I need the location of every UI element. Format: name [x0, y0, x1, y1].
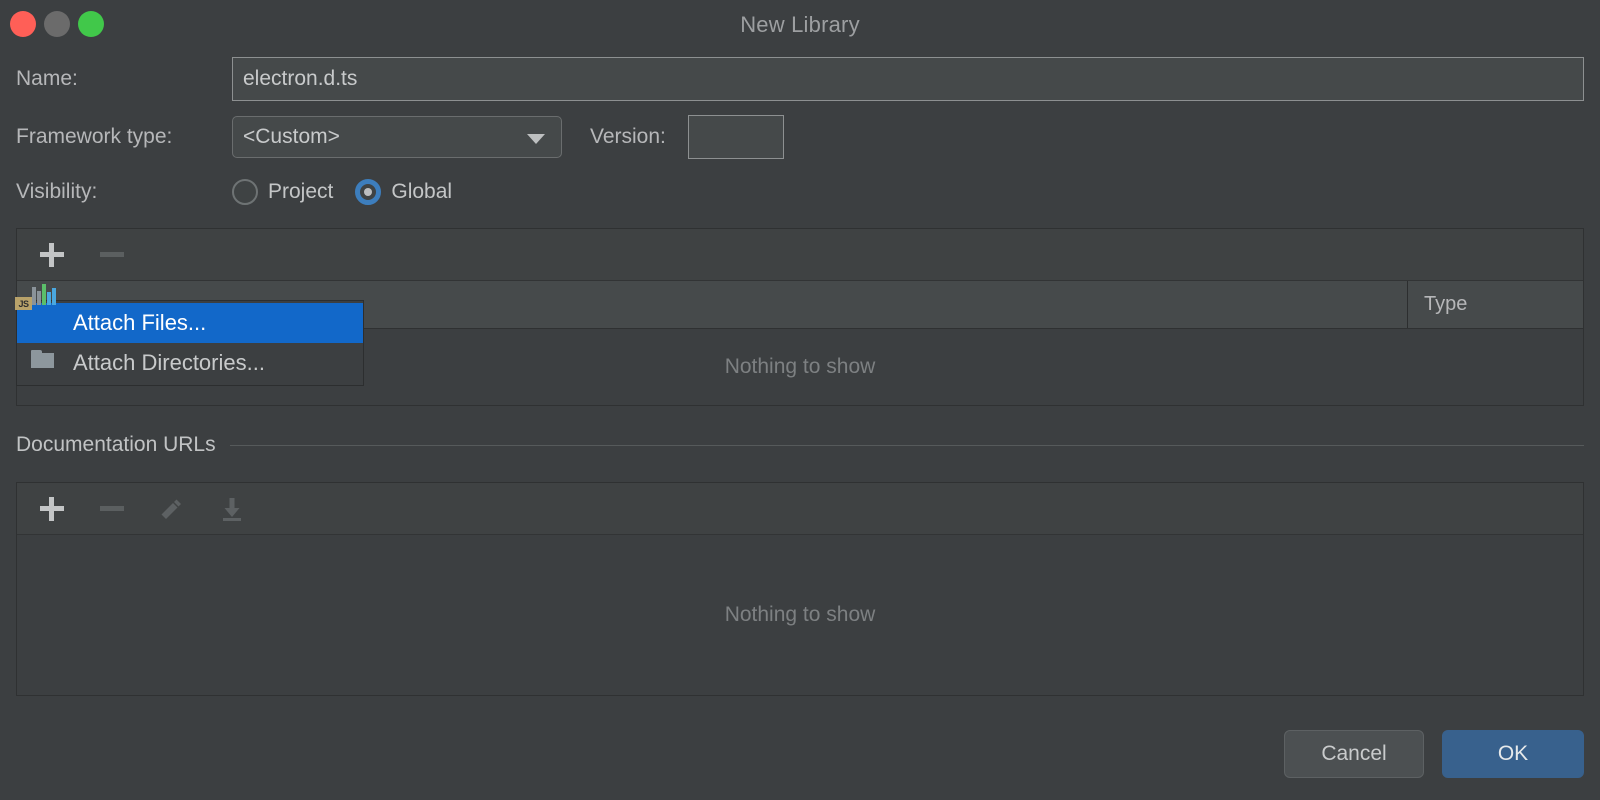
folder-icon	[31, 349, 59, 377]
visibility-row: Visibility: Project Global	[0, 164, 1600, 220]
plus-icon	[40, 242, 64, 267]
column-header-type: Type	[1407, 281, 1583, 328]
version-input[interactable]	[687, 115, 784, 159]
name-row: Name: electron.d.ts	[0, 50, 1600, 108]
download-url-button	[215, 492, 249, 526]
menu-item-attach-directories[interactable]: Attach Directories...	[17, 343, 363, 383]
dialog-footer: Cancel OK	[1284, 730, 1584, 778]
minus-icon	[100, 506, 124, 511]
menu-item-attach-directories-label: Attach Directories...	[73, 350, 265, 375]
window-title: New Library	[740, 12, 860, 37]
version-label: Version:	[590, 125, 666, 148]
radio-global-label: Global	[391, 180, 453, 203]
title-bar: New Library	[0, 0, 1600, 50]
radio-project[interactable]: Project	[232, 179, 333, 205]
documentation-urls-empty-state: Nothing to show	[17, 535, 1583, 695]
pencil-icon	[159, 496, 185, 522]
add-url-button[interactable]	[35, 492, 69, 526]
download-icon	[219, 496, 245, 522]
add-attachment-button[interactable]	[35, 238, 69, 272]
framework-row: Framework type: <Custom> Version:	[0, 110, 1600, 164]
minus-icon	[100, 252, 124, 257]
js-library-icon: JS	[15, 284, 59, 337]
new-library-dialog: New Library Name: electron.d.ts Framewor…	[0, 0, 1600, 800]
documentation-urls-section-header: Documentation URLs	[0, 416, 1600, 474]
framework-type-label: Framework type:	[16, 125, 173, 148]
framework-type-value: <Custom>	[243, 125, 340, 148]
radio-project-indicator	[232, 179, 258, 205]
plus-icon	[40, 496, 64, 521]
remove-attachment-button	[95, 238, 129, 272]
section-divider	[229, 444, 1584, 446]
visibility-radio-group: Project Global	[232, 179, 452, 205]
window-controls	[10, 11, 104, 37]
visibility-label: Visibility:	[16, 180, 98, 203]
radio-global-indicator	[355, 179, 382, 205]
chevron-down-icon	[527, 134, 545, 144]
close-button[interactable]	[10, 11, 36, 37]
edit-url-button	[155, 492, 189, 526]
cancel-button[interactable]: Cancel	[1284, 730, 1424, 778]
attach-context-menu: JS Attach Files... Attach Directories...	[15, 284, 364, 386]
radio-global[interactable]: Global	[355, 179, 452, 205]
attached-files-toolbar	[17, 229, 1583, 281]
documentation-urls-toolbar	[17, 483, 1583, 535]
radio-project-label: Project	[268, 180, 334, 203]
name-label: Name:	[16, 67, 78, 90]
ok-button[interactable]: OK	[1442, 730, 1584, 778]
menu-item-attach-files[interactable]: JS Attach Files...	[15, 284, 363, 343]
minimize-button[interactable]	[44, 11, 70, 37]
framework-type-dropdown[interactable]: <Custom>	[232, 116, 562, 158]
menu-item-attach-files-label: Attach Files...	[73, 310, 207, 335]
documentation-urls-label: Documentation URLs	[16, 433, 216, 456]
documentation-urls-panel: Nothing to show	[16, 482, 1584, 696]
zoom-button[interactable]	[78, 11, 104, 37]
remove-url-button	[95, 492, 129, 526]
name-input[interactable]: electron.d.ts	[232, 57, 1584, 101]
